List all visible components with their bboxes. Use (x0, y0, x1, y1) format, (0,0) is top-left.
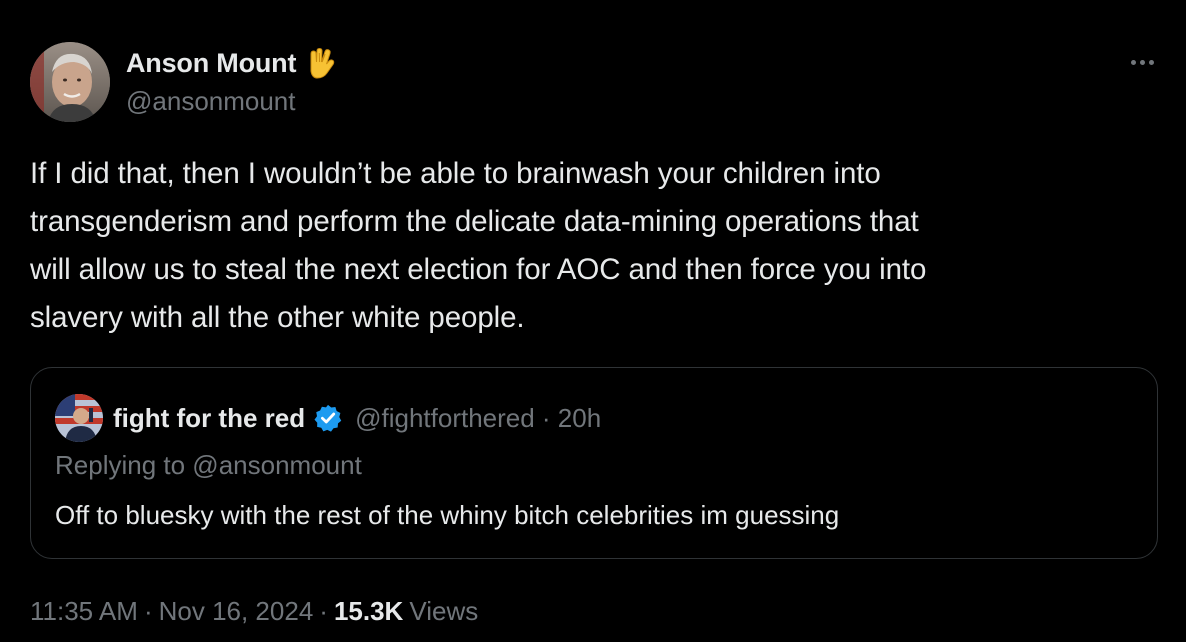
quoted-display-name[interactable]: fight for the red (113, 403, 305, 434)
tweet-date[interactable]: Nov 16, 2024 (159, 596, 314, 627)
tweet-card: Anson Mount @ansonmount If I did that, t… (0, 0, 1186, 642)
tweet-time[interactable]: 11:35 AM (30, 596, 138, 627)
tweet-text-line: will allow us to steal the next election… (30, 253, 927, 286)
separator: · (143, 596, 153, 626)
quoted-author-avatar[interactable] (55, 394, 103, 442)
author-handle[interactable]: @ansonmount (126, 86, 296, 117)
verified-badge-icon (313, 403, 343, 433)
quoted-handle-time[interactable]: @fightforthered · 20h (355, 403, 601, 434)
tweet-text-line: transgenderism and perform the delicate … (30, 205, 919, 238)
tweet-text-line: slavery with all the other white people. (30, 301, 525, 334)
replying-to[interactable]: Replying to @ansonmount (55, 450, 362, 481)
author-avatar[interactable] (30, 42, 110, 122)
dot (1148, 59, 1154, 65)
views-label: Views (409, 596, 479, 626)
quoted-header: fight for the red @fightforthered · 20h (113, 396, 601, 440)
vulcan-salute-icon (306, 46, 336, 80)
dot (1139, 59, 1145, 65)
quoted-tweet[interactable]: fight for the red @fightforthered · 20h … (30, 367, 1158, 559)
quoted-text: Off to bluesky with the rest of the whin… (55, 500, 840, 530)
views-count: 15.3K (333, 596, 404, 626)
more-options-icon[interactable] (1124, 50, 1160, 74)
tweet-footer: 11:35 AM · Nov 16, 2024 · 15.3K Views (30, 596, 478, 627)
tweet-text: If I did that, then I wouldn’t be able t… (30, 150, 1150, 342)
separator: · (319, 596, 328, 626)
tweet-text-line: If I did that, then I wouldn’t be able t… (30, 157, 881, 190)
dot (1130, 59, 1136, 65)
author-display-name[interactable]: Anson Mount (126, 48, 296, 79)
author-name-row: Anson Mount (126, 44, 336, 82)
